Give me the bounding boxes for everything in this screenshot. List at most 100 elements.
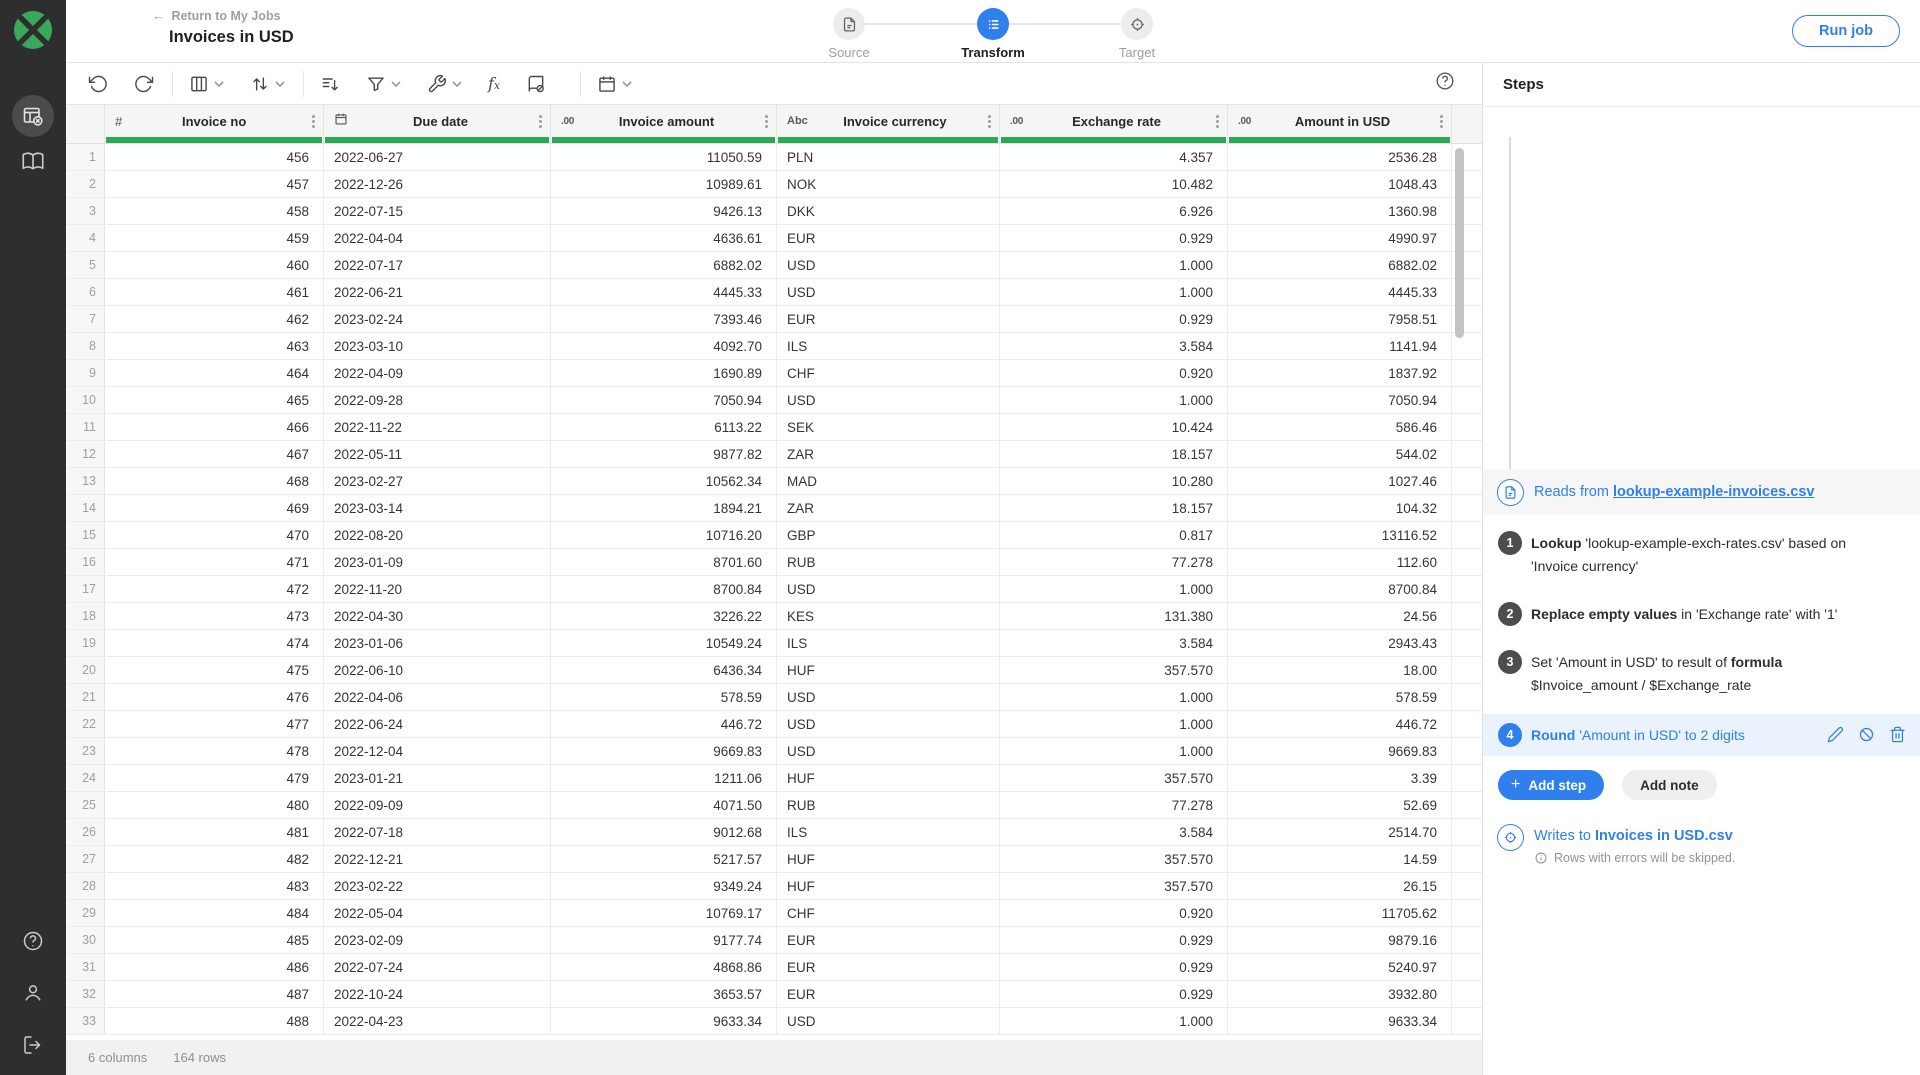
cell[interactable]: 2022-05-11 xyxy=(324,441,551,467)
add-step-button[interactable]: +Add step xyxy=(1498,770,1604,800)
cell[interactable]: 1.000 xyxy=(1000,738,1228,764)
cell[interactable]: KES xyxy=(777,603,1000,629)
cell[interactable]: 2023-02-22 xyxy=(324,873,551,899)
cell[interactable]: 2023-01-06 xyxy=(324,630,551,656)
cell[interactable]: 482 xyxy=(105,846,324,872)
step-item-1[interactable]: 1Lookup 'lookup-example-exch-rates.csv' … xyxy=(1483,531,1920,578)
step-item-4[interactable]: 4Round 'Amount in USD' to 2 digits xyxy=(1483,714,1920,756)
cell[interactable]: 3653.57 xyxy=(551,981,777,1007)
row-number[interactable]: 26 xyxy=(66,819,105,845)
row-number[interactable]: 10 xyxy=(66,387,105,413)
row-number[interactable]: 15 xyxy=(66,522,105,548)
cell[interactable]: 6.926 xyxy=(1000,198,1228,224)
cell[interactable]: 471 xyxy=(105,549,324,575)
cell[interactable]: 478 xyxy=(105,738,324,764)
cell[interactable]: ZAR xyxy=(777,495,1000,521)
cell[interactable]: 480 xyxy=(105,792,324,818)
cell[interactable]: 2023-03-10 xyxy=(324,333,551,359)
cell[interactable]: 2023-02-09 xyxy=(324,927,551,953)
column-header-due-date[interactable]: Due date xyxy=(324,105,551,143)
cell[interactable]: 2022-12-26 xyxy=(324,171,551,197)
cell[interactable]: 467 xyxy=(105,441,324,467)
column-menu-icon[interactable] xyxy=(763,112,770,131)
row-number[interactable]: 17 xyxy=(66,576,105,602)
stepper-transform[interactable]: Transform xyxy=(977,8,1009,40)
step-item-2[interactable]: 2Replace empty values in 'Exchange rate'… xyxy=(1483,602,1920,626)
cell[interactable]: 6882.02 xyxy=(551,252,777,278)
cell[interactable]: 9426.13 xyxy=(551,198,777,224)
cell[interactable]: 10.482 xyxy=(1000,171,1228,197)
row-number[interactable]: 4 xyxy=(66,225,105,251)
cell[interactable]: 14.59 xyxy=(1228,846,1452,872)
row-number[interactable]: 6 xyxy=(66,279,105,305)
cell[interactable]: 357.570 xyxy=(1000,657,1228,683)
stepper-target[interactable]: Target xyxy=(1121,8,1153,40)
cell[interactable]: 460 xyxy=(105,252,324,278)
cell[interactable]: 112.60 xyxy=(1228,549,1452,575)
cell[interactable]: 0.929 xyxy=(1000,306,1228,332)
cell[interactable]: 77.278 xyxy=(1000,549,1228,575)
cell[interactable]: 1690.89 xyxy=(551,360,777,386)
transform-tools-icon[interactable] xyxy=(427,74,462,94)
cell[interactable]: 357.570 xyxy=(1000,846,1228,872)
cell[interactable]: ILS xyxy=(777,333,1000,359)
cell[interactable]: 9012.68 xyxy=(551,819,777,845)
cell[interactable]: 1894.21 xyxy=(551,495,777,521)
column-menu-icon[interactable] xyxy=(537,112,544,131)
cell[interactable]: CHF xyxy=(777,900,1000,926)
cell[interactable]: 474 xyxy=(105,630,324,656)
row-number[interactable]: 25 xyxy=(66,792,105,818)
row-number[interactable]: 2 xyxy=(66,171,105,197)
cell[interactable]: 2023-03-14 xyxy=(324,495,551,521)
cell[interactable]: 4092.70 xyxy=(551,333,777,359)
cell[interactable]: 446.72 xyxy=(551,711,777,737)
cell[interactable]: 2022-11-20 xyxy=(324,576,551,602)
remove-rows-icon[interactable] xyxy=(320,74,340,94)
cell[interactable]: 10562.34 xyxy=(551,468,777,494)
edit-icon[interactable] xyxy=(1827,726,1844,743)
column-header-invoice-currency[interactable]: AbcInvoice currency xyxy=(777,105,1000,143)
cell[interactable]: 2022-06-24 xyxy=(324,711,551,737)
cell[interactable]: USD xyxy=(777,738,1000,764)
cell[interactable]: 2022-12-04 xyxy=(324,738,551,764)
cell[interactable]: 477 xyxy=(105,711,324,737)
row-number[interactable]: 28 xyxy=(66,873,105,899)
cell[interactable]: 10.280 xyxy=(1000,468,1228,494)
vertical-scrollbar[interactable] xyxy=(1455,148,1464,338)
cell[interactable]: NOK xyxy=(777,171,1000,197)
cell[interactable]: 475 xyxy=(105,657,324,683)
cell[interactable]: 0.929 xyxy=(1000,225,1228,251)
add-note-button[interactable]: Add note xyxy=(1622,770,1717,800)
cell[interactable]: 2023-01-21 xyxy=(324,765,551,791)
cell[interactable]: 1.000 xyxy=(1000,1008,1228,1034)
cell[interactable]: 486 xyxy=(105,954,324,980)
cell[interactable]: 7050.94 xyxy=(1228,387,1452,413)
delete-icon[interactable] xyxy=(1889,726,1906,743)
cell[interactable]: HUF xyxy=(777,765,1000,791)
cell[interactable]: 18.157 xyxy=(1000,495,1228,521)
cell[interactable]: ILS xyxy=(777,630,1000,656)
cell[interactable]: CHF xyxy=(777,360,1000,386)
row-number[interactable]: 22 xyxy=(66,711,105,737)
cell[interactable]: 2022-12-21 xyxy=(324,846,551,872)
cell[interactable]: 2022-07-15 xyxy=(324,198,551,224)
cell[interactable]: 2022-04-06 xyxy=(324,684,551,710)
row-number[interactable]: 19 xyxy=(66,630,105,656)
cell[interactable]: 476 xyxy=(105,684,324,710)
cell[interactable]: 9669.83 xyxy=(1228,738,1452,764)
row-number[interactable]: 21 xyxy=(66,684,105,710)
cell[interactable]: 463 xyxy=(105,333,324,359)
cell[interactable]: 2022-07-18 xyxy=(324,819,551,845)
cell[interactable]: 0.817 xyxy=(1000,522,1228,548)
cell[interactable]: 26.15 xyxy=(1228,873,1452,899)
cell[interactable]: USD xyxy=(777,1008,1000,1034)
cell[interactable]: 2023-02-27 xyxy=(324,468,551,494)
cell[interactable]: 9877.82 xyxy=(551,441,777,467)
cell[interactable]: 6113.22 xyxy=(551,414,777,440)
cell[interactable]: 2022-10-24 xyxy=(324,981,551,1007)
cell[interactable]: 2022-08-20 xyxy=(324,522,551,548)
cell[interactable]: 4.357 xyxy=(1000,144,1228,170)
cell[interactable]: PLN xyxy=(777,144,1000,170)
cell[interactable]: 459 xyxy=(105,225,324,251)
cell[interactable]: 10549.24 xyxy=(551,630,777,656)
